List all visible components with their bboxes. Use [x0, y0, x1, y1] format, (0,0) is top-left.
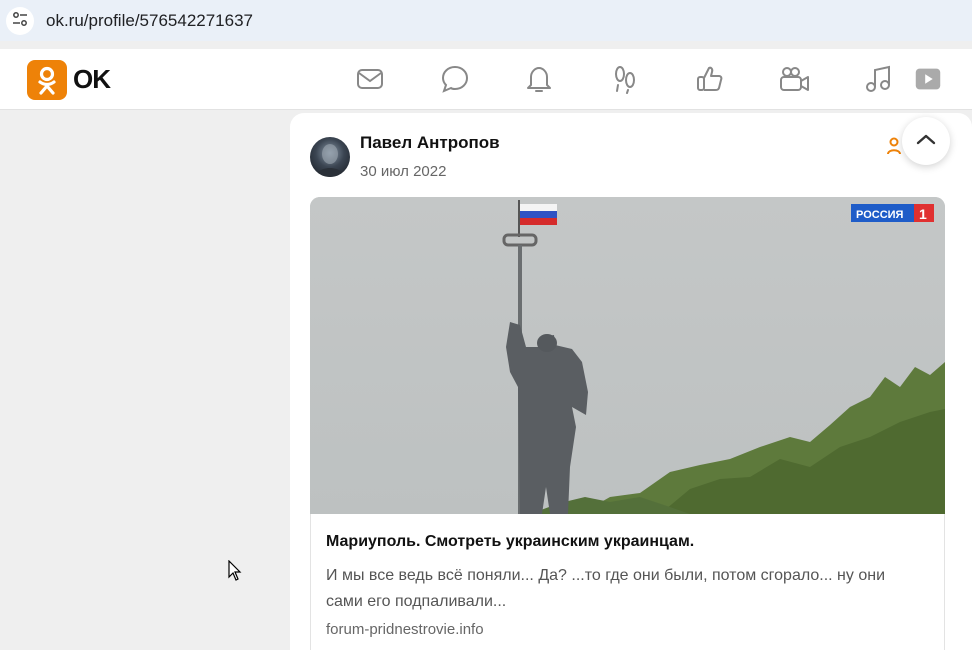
url-text[interactable]: ok.ru/profile/576542271637: [46, 11, 253, 31]
ok-logo-icon[interactable]: [27, 60, 67, 100]
post-image[interactable]: РОССИЯ 1: [310, 197, 945, 514]
chevron-up-icon: [916, 132, 936, 150]
chat-icon[interactable]: [439, 63, 471, 95]
address-bar[interactable]: ok.ru/profile/576542271637: [0, 0, 972, 41]
feed-post: Павел Антропов 30 июл 2022 РОССИЯ 1 Мари…: [290, 113, 972, 650]
video-camera-icon[interactable]: [778, 63, 810, 95]
footprints-icon[interactable]: [609, 63, 641, 95]
mail-icon[interactable]: [354, 63, 386, 95]
person-add-icon[interactable]: [887, 137, 901, 162]
channel-logo-text: РОССИЯ: [856, 209, 904, 221]
svg-text:1: 1: [919, 206, 927, 222]
link-description: И мы все ведь всё поняли... Да? ...то гд…: [326, 567, 885, 610]
music-icon[interactable]: [862, 63, 894, 95]
link-title[interactable]: Мариуполь. Смотреть украинским украинцам…: [326, 533, 694, 551]
logo-text[interactable]: OK: [73, 64, 111, 95]
link-domain[interactable]: forum-pridnestrovie.info: [326, 621, 484, 638]
avatar[interactable]: [310, 137, 350, 177]
tune-icon: [12, 11, 28, 32]
scroll-to-top-button[interactable]: [902, 117, 950, 165]
author-name[interactable]: Павел Антропов: [360, 133, 500, 153]
site-info-button[interactable]: [6, 7, 34, 35]
site-header: OK: [0, 49, 972, 110]
post-date[interactable]: 30 июл 2022: [360, 163, 446, 180]
like-icon[interactable]: [694, 63, 726, 95]
link-preview[interactable]: Мариуполь. Смотреть украинским украинцам…: [310, 514, 945, 650]
video-icon[interactable]: [912, 63, 944, 95]
bell-icon[interactable]: [523, 63, 555, 95]
mouse-cursor-icon: [228, 559, 242, 587]
